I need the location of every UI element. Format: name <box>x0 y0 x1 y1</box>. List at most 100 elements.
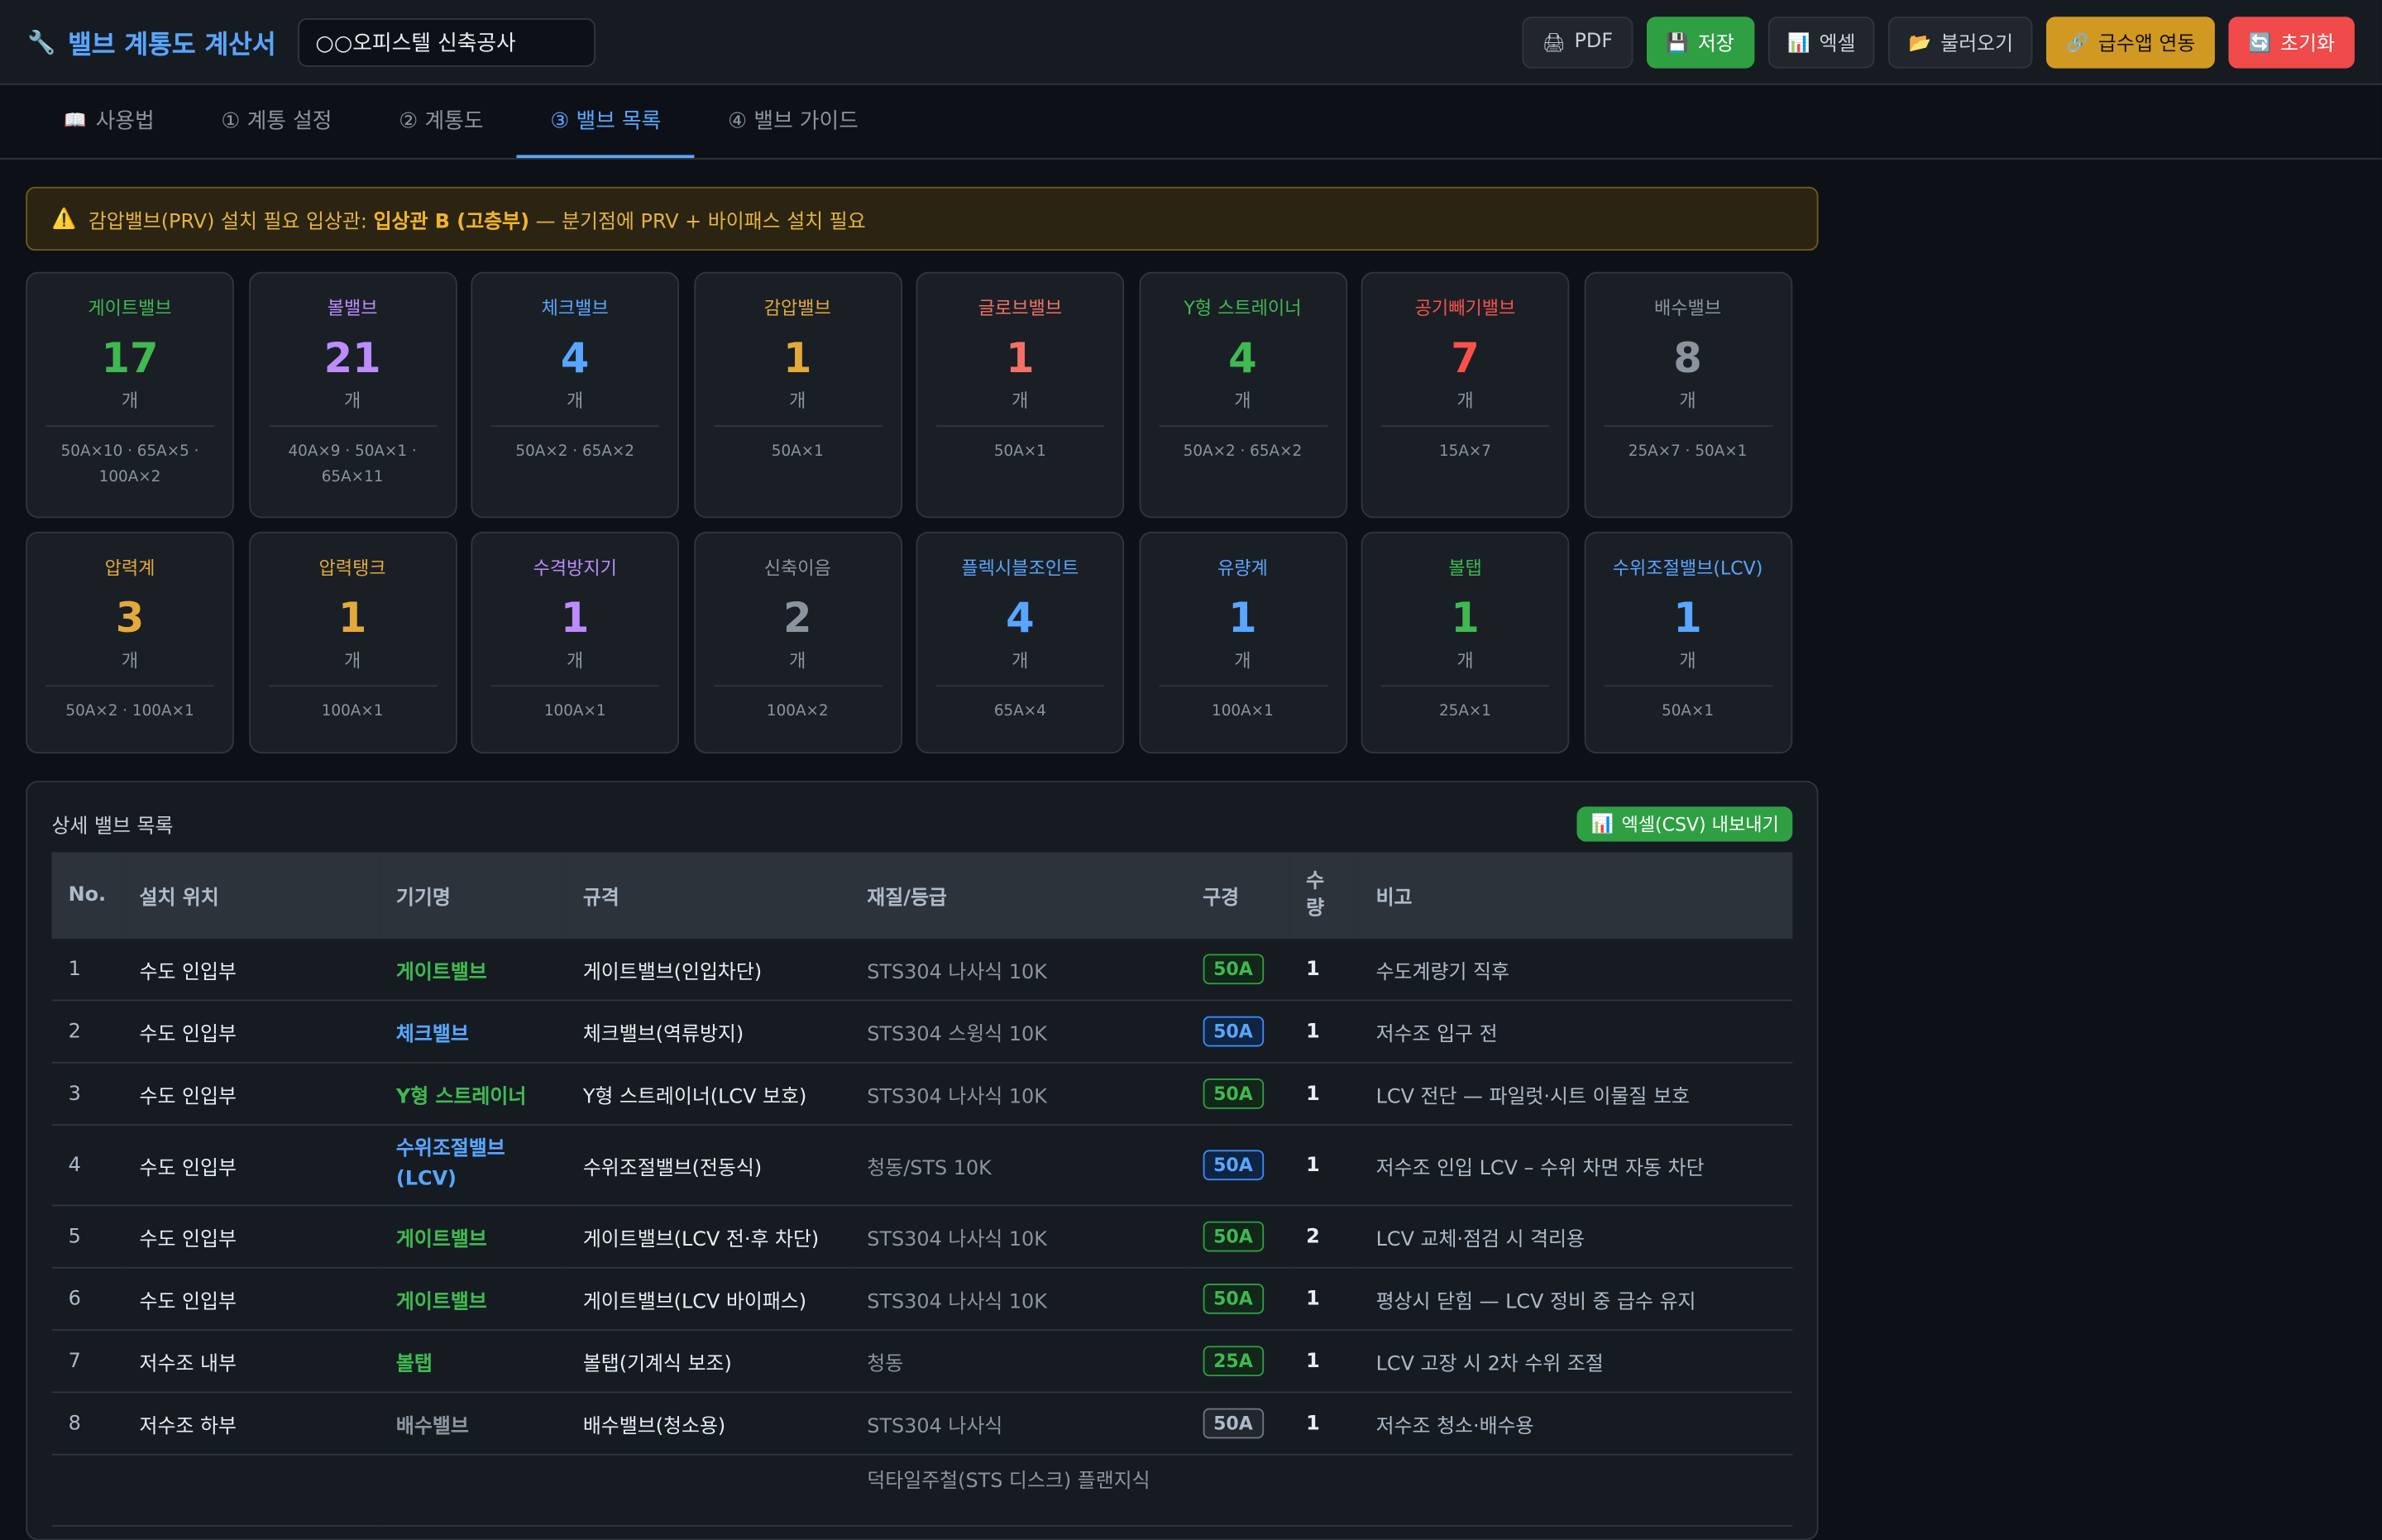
table-row[interactable]: 8 저수조 하부 배수밸브 배수밸브(청소용) STS304 나사식 50A 1 저수조 청소… <box>51 1392 1793 1456</box>
table-row[interactable]: 7 저수조 내부 볼탭 볼탭(기계식 보조) 청동 25A 1 LCV 고장 시 2차 수위 … <box>51 1330 1793 1394</box>
card-unit: 개 <box>1679 650 1696 672</box>
load-button[interactable]: 📂 불러오기 <box>1888 16 2033 68</box>
row-material: STS304 나사식 10K <box>850 939 1187 1002</box>
card-divider <box>268 425 438 428</box>
table-row[interactable]: 6 수도 인입부 게이트밸브 게이트밸브(LCV 바이패스) STS304 나사식 10… <box>51 1267 1793 1331</box>
size-badge: 25A <box>1203 1346 1264 1377</box>
row-device: Y형 스트레이너 <box>379 1062 567 1126</box>
tab-label: 사용법 <box>95 109 155 134</box>
row-note: 저수조 입구 전 <box>1359 1000 1793 1064</box>
table-row[interactable]: 5 수도 인입부 게이트밸브 게이트밸브(LCV 전·후 차단) STS304 나사식 … <box>51 1205 1793 1269</box>
row-qty: 1 <box>1289 939 1360 1002</box>
row-material: 청동 <box>850 1330 1187 1394</box>
row-qty: 1 <box>1289 1125 1360 1207</box>
card-unit: 개 <box>1456 390 1474 412</box>
tab-system-setup[interactable]: ① 계통 설정 <box>188 85 366 158</box>
row-note: 수도계량기 직후 <box>1359 939 1793 1002</box>
excel-button[interactable]: 📊 엑셀 <box>1767 16 1876 68</box>
card-divider <box>1603 685 1772 687</box>
row-location: 수도 인입부 <box>122 1205 380 1269</box>
reset-button-label: 초기화 <box>2280 33 2336 56</box>
col-device: 기기명 <box>395 887 451 911</box>
card-divider <box>713 685 882 687</box>
alert-text: 감압밸브(PRV) 설치 필요 입상관: 입상관 B (고층부) — 분기점에 … <box>88 204 866 233</box>
save-button-label: 저장 <box>1697 33 1734 56</box>
row-note: 저수조 인입 LCV – 수위 차면 자동 차단 <box>1359 1125 1793 1207</box>
tab-valve-guide[interactable]: ④ 밸브 가이드 <box>695 85 892 158</box>
excel-button-label: 엑셀 <box>1819 33 1856 56</box>
main-content: ⚠️ 감압밸브(PRV) 설치 필요 입상관: 입상관 B (고층부) — 분기… <box>0 160 1846 1540</box>
col-location: 설치 위치 <box>139 887 219 911</box>
tab-label: ③ 밸브 목록 <box>550 109 662 134</box>
row-no: 6 <box>51 1267 123 1331</box>
row-no: 1 <box>51 939 123 1002</box>
link-app-button[interactable]: 🔗 급수앱 연동 <box>2046 16 2216 68</box>
csv-export-button[interactable]: 📊 엑셀(CSV) 내보내기 <box>1577 806 1793 841</box>
card-name: 공기빼기밸브 <box>1414 297 1516 319</box>
chart-icon: 📊 <box>1590 812 1614 835</box>
row-spec: 체크밸브(역류방지) <box>566 1000 851 1064</box>
valve-summary-card: 압력탱크 1 개 100A×1 <box>248 531 457 754</box>
row-spec: 수위조절밸브(전동식) <box>566 1125 851 1207</box>
warning-icon: ⚠️ <box>51 207 77 231</box>
card-name: 배수밸브 <box>1653 297 1722 319</box>
card-count: 4 <box>1228 335 1257 383</box>
tab-usage[interactable]: 📖 사용법 <box>31 85 188 158</box>
reset-button[interactable]: 🔄 초기화 <box>2228 16 2355 68</box>
row-device: 게이트밸브 <box>379 1267 567 1331</box>
table-row[interactable]: 2 수도 인입부 체크밸브 체크밸브(역류방지) STS304 스윙식 10K 50A 1 저… <box>51 1000 1793 1064</box>
card-divider <box>1380 425 1550 428</box>
app-brand: 🔧 밸브 계통도 계산서 <box>27 23 276 60</box>
row-note: 저수조 청소·배수용 <box>1359 1392 1793 1456</box>
load-button-label: 불러오기 <box>1940 33 2014 56</box>
card-unit: 개 <box>1012 390 1029 412</box>
row-no: 7 <box>51 1330 123 1394</box>
valve-summary-card: 수위조절밸브(LCV) 1 개 50A×1 <box>1583 531 1792 754</box>
table-row[interactable]: 1 수도 인입부 게이트밸브 게이트밸브(인입차단) STS304 나사식 10K 50A… <box>51 939 1793 1002</box>
card-name: 수격방지기 <box>533 557 617 579</box>
row-location: 저수조 하부 <box>122 1392 380 1456</box>
row-size-cell: 50A <box>1186 1267 1289 1331</box>
project-name-input[interactable] <box>297 17 596 66</box>
table-row[interactable]: 3 수도 인입부 Y형 스트레이너 Y형 스트레이너(LCV 보호) STS304 나사… <box>51 1062 1793 1126</box>
valve-summary-card: 수격방지기 1 개 100A×1 <box>471 531 680 754</box>
row-size-cell: 50A <box>1186 1000 1289 1064</box>
card-detail: 50A×2 · 65A×2 <box>515 443 634 461</box>
pdf-button[interactable]: 🖨 PDF <box>1522 16 1633 68</box>
row-spec: 게이트밸브(인입차단) <box>566 939 851 1002</box>
card-divider <box>935 425 1105 428</box>
row-spec <box>566 1454 851 1527</box>
card-name: 볼밸브 <box>327 297 378 319</box>
card-name: 압력계 <box>104 557 155 579</box>
table-row[interactable]: 4 수도 인입부 수위조절밸브(LCV) 수위조절밸브(전동식) 청동/STS 10K 5… <box>51 1125 1793 1207</box>
tab-system-diagram[interactable]: ② 계통도 <box>366 85 517 158</box>
table-row[interactable]: 덕타일주철(STS 디스크) 플랜지식 <box>51 1454 1793 1527</box>
panel-title: 상세 밸브 목록 <box>51 815 174 838</box>
row-qty: 1 <box>1289 1000 1360 1064</box>
row-no: 8 <box>51 1392 123 1456</box>
col-no: No. <box>68 883 107 907</box>
row-size-cell: 50A <box>1186 1205 1289 1269</box>
col-qty: 수 량 <box>1306 869 1325 921</box>
card-unit: 개 <box>121 390 139 412</box>
valve-summary-card: 볼탭 1 개 25A×1 <box>1361 531 1570 754</box>
card-unit: 개 <box>567 390 584 412</box>
card-unit: 개 <box>567 650 584 672</box>
card-name: 게이트밸브 <box>88 297 172 319</box>
link-app-button-label: 급수앱 연동 <box>2097 33 2196 56</box>
valve-summary-card: 압력계 3 개 50A×2 · 100A×1 <box>26 531 234 754</box>
card-name: 수위조절밸브(LCV) <box>1612 557 1763 579</box>
card-divider <box>1158 425 1327 428</box>
card-count: 1 <box>337 595 367 643</box>
tab-valve-list[interactable]: ③ 밸브 목록 <box>516 85 695 159</box>
chart-icon: 📊 <box>1787 31 1810 53</box>
card-count: 1 <box>1451 595 1480 643</box>
size-badge: 50A <box>1203 1150 1264 1181</box>
row-material: STS304 나사식 <box>850 1392 1187 1456</box>
card-name: Y형 스트레이너 <box>1184 297 1302 319</box>
save-button[interactable]: 💾 저장 <box>1646 16 1754 68</box>
row-qty: 1 <box>1289 1330 1360 1394</box>
valve-summary-card: Y형 스트레이너 4 개 50A×2 · 65A×2 <box>1138 271 1347 519</box>
card-detail: 100A×2 <box>766 703 829 720</box>
csv-export-label: 엑셀(CSV) 내보내기 <box>1621 813 1779 835</box>
